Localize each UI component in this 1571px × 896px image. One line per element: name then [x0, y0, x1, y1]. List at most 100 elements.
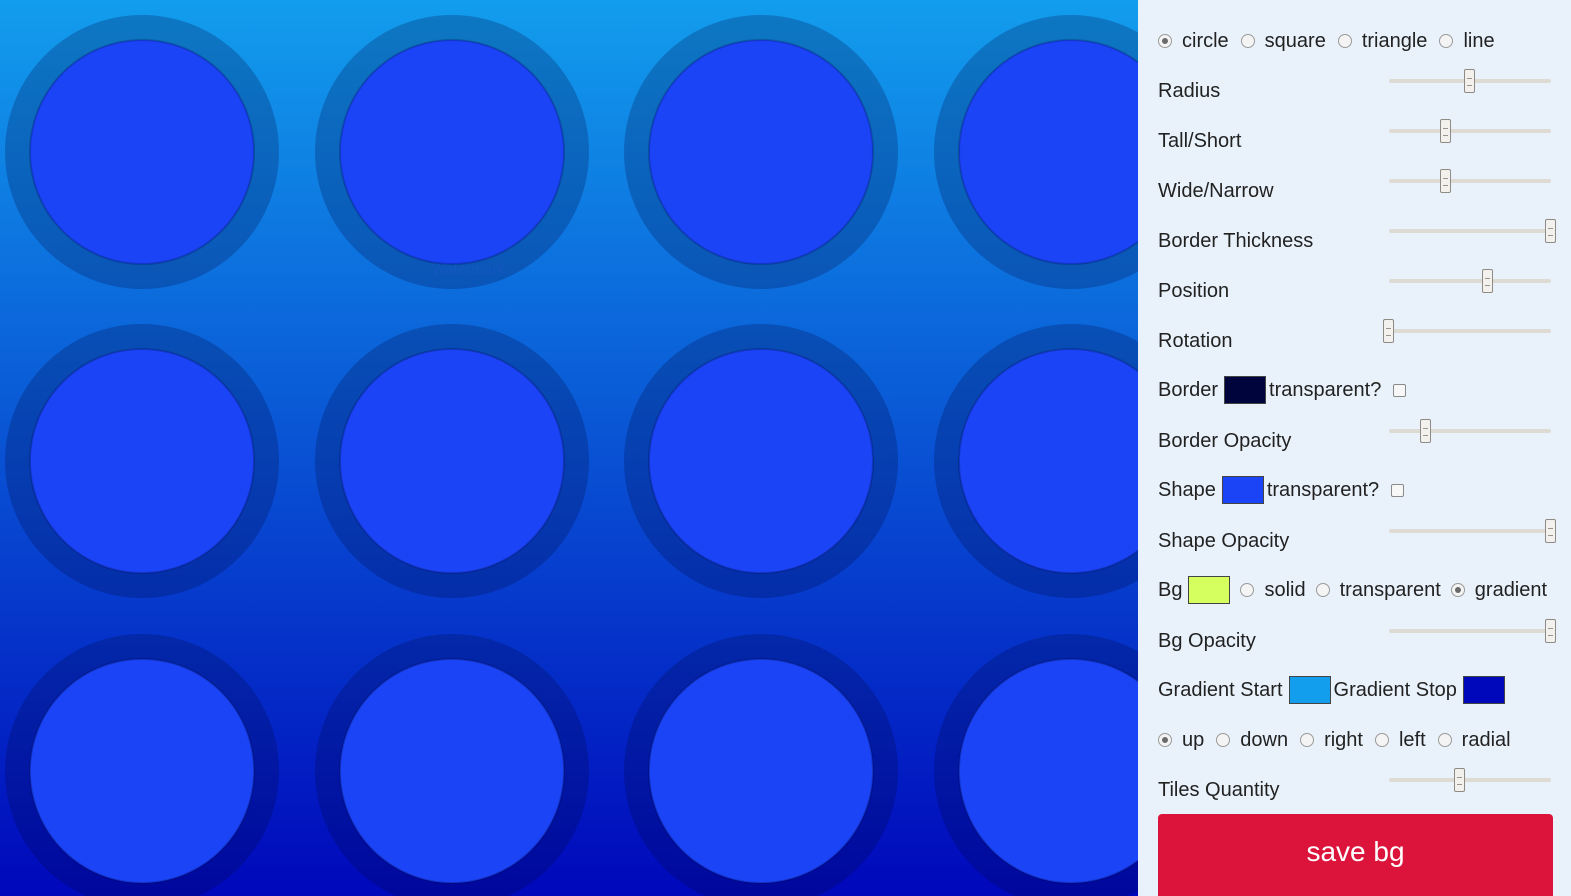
circle-tile: [624, 324, 898, 598]
border-opacity-slider[interactable]: [1389, 416, 1551, 446]
shape-opacity-slider[interactable]: [1389, 516, 1556, 546]
radio-dir-down-label: down: [1240, 728, 1289, 751]
slider-thumb[interactable]: [1545, 519, 1556, 543]
border-thickness-slider[interactable]: [1389, 216, 1556, 246]
slider-thumb[interactable]: [1439, 169, 1451, 193]
save-bg-button[interactable]: save bg: [1158, 814, 1553, 896]
radio-bg-transparent[interactable]: [1315, 583, 1330, 597]
radius-slider[interactable]: [1389, 66, 1551, 96]
slider-track: [1389, 279, 1551, 283]
gradient-direction-group: up down right left radial: [1158, 725, 1511, 755]
controls-panel: circle square triangle line Radius Tall/…: [1138, 0, 1571, 896]
circle-tile: [5, 634, 279, 896]
rotation-label: Rotation: [1158, 326, 1233, 356]
circle-tile: [5, 324, 279, 598]
circle-tile-fill: [339, 348, 565, 574]
border-transparent-checkbox[interactable]: [1393, 383, 1407, 397]
rotation-slider[interactable]: [1383, 316, 1551, 346]
bg-row: Bg solid transparent gradient: [1158, 575, 1547, 605]
bg-opacity-label-text: Bg Opacity: [1158, 629, 1256, 652]
wide-narrow-label: Wide/Narrow: [1158, 176, 1274, 206]
slider-track: [1389, 529, 1551, 533]
radio-bg-transparent-label: transparent: [1339, 578, 1441, 601]
slider-thumb[interactable]: [1545, 619, 1556, 643]
slider-thumb[interactable]: [1439, 119, 1451, 143]
radius-label-text: Radius: [1158, 79, 1221, 102]
radio-bg-gradient[interactable]: [1450, 583, 1465, 597]
gradient-stop-label: Gradient Stop: [1333, 678, 1457, 701]
circle-tile-fill: [648, 348, 874, 574]
tiles-quantity-slider[interactable]: [1389, 765, 1551, 795]
wide-narrow-label-text: Wide/Narrow: [1158, 179, 1274, 202]
border-opacity-label: Border Opacity: [1158, 426, 1291, 456]
radio-triangle-label: triangle: [1361, 29, 1428, 52]
radio-bg-solid[interactable]: [1240, 583, 1255, 597]
slider-track: [1389, 629, 1551, 633]
border-transparent-label: transparent?: [1269, 378, 1382, 401]
circle-tile: [315, 15, 589, 289]
watermark-text: Watermark: [432, 261, 505, 278]
tall-short-label-text: Tall/Short: [1158, 129, 1242, 152]
border-label: Border: [1158, 378, 1219, 401]
radio-dir-right[interactable]: [1300, 733, 1315, 747]
tiles-quantity-label-text: Tiles Quantity: [1158, 778, 1280, 801]
circle-tile: [315, 634, 589, 896]
radio-line-label: line: [1463, 29, 1495, 52]
gradient-start-color-picker[interactable]: [1288, 676, 1331, 704]
bg-opacity-label: Bg Opacity: [1158, 626, 1256, 656]
border-color-picker[interactable]: [1224, 376, 1267, 404]
tall-short-slider[interactable]: [1389, 116, 1551, 146]
border-thickness-label: Border Thickness: [1158, 226, 1313, 256]
radio-dir-down[interactable]: [1216, 733, 1231, 747]
circle-tile-fill: [648, 658, 874, 884]
radio-triangle[interactable]: [1337, 34, 1352, 48]
slider-track: [1389, 329, 1551, 333]
background-preview-canvas: Watermark: [0, 0, 1138, 896]
tile-pattern: Watermark: [0, 0, 1138, 896]
circle-tile-fill: [29, 348, 255, 574]
slider-thumb[interactable]: [1545, 219, 1556, 243]
shape-label: Shape: [1158, 478, 1216, 501]
radio-bg-solid-label: solid: [1264, 578, 1306, 601]
tall-short-label: Tall/Short: [1158, 126, 1241, 156]
bg-opacity-slider[interactable]: [1389, 616, 1556, 646]
bg-color-picker[interactable]: [1188, 576, 1231, 604]
shape-type-group: circle square triangle line: [1158, 26, 1495, 56]
slider-thumb[interactable]: [1383, 319, 1394, 343]
slider-thumb[interactable]: [1481, 269, 1493, 293]
slider-track: [1389, 179, 1551, 183]
shape-transparent-checkbox[interactable]: [1391, 483, 1405, 497]
shape-opacity-label-text: Shape Opacity: [1158, 529, 1290, 552]
slider-track: [1389, 429, 1551, 433]
position-label: Position: [1158, 276, 1229, 306]
border-opacity-label-text: Border Opacity: [1158, 429, 1292, 452]
radio-dir-radial-label: radial: [1461, 728, 1511, 751]
radio-dir-left[interactable]: [1374, 733, 1389, 747]
wide-narrow-slider[interactable]: [1389, 166, 1551, 196]
gradient-row: Gradient Start Gradient Stop: [1158, 675, 1505, 705]
shape-transparent-label: transparent?: [1266, 478, 1380, 501]
radio-dir-radial[interactable]: [1437, 733, 1452, 747]
circle-tile: [624, 634, 898, 896]
radio-circle[interactable]: [1158, 34, 1172, 48]
gradient-stop-color-picker[interactable]: [1462, 676, 1505, 704]
circle-tile-fill: [648, 39, 874, 265]
radio-square-label: square: [1264, 29, 1326, 52]
bg-label: Bg: [1158, 578, 1183, 601]
slider-thumb[interactable]: [1464, 69, 1475, 93]
shape-opacity-label: Shape Opacity: [1158, 526, 1289, 556]
shape-color-picker[interactable]: [1221, 476, 1264, 504]
slider-track: [1389, 778, 1551, 782]
radio-dir-up[interactable]: [1158, 733, 1172, 747]
circle-tile-fill: [29, 658, 255, 884]
slider-thumb[interactable]: [1420, 419, 1432, 443]
slider-track: [1389, 129, 1551, 133]
radio-line[interactable]: [1439, 34, 1454, 48]
position-label-text: Position: [1158, 279, 1230, 302]
radio-dir-right-label: right: [1324, 728, 1363, 751]
slider-thumb[interactable]: [1454, 768, 1466, 792]
position-slider[interactable]: [1389, 266, 1551, 296]
radius-label: Radius: [1158, 76, 1220, 106]
radio-square[interactable]: [1240, 34, 1255, 48]
border-color-row: Border transparent?: [1158, 375, 1407, 405]
